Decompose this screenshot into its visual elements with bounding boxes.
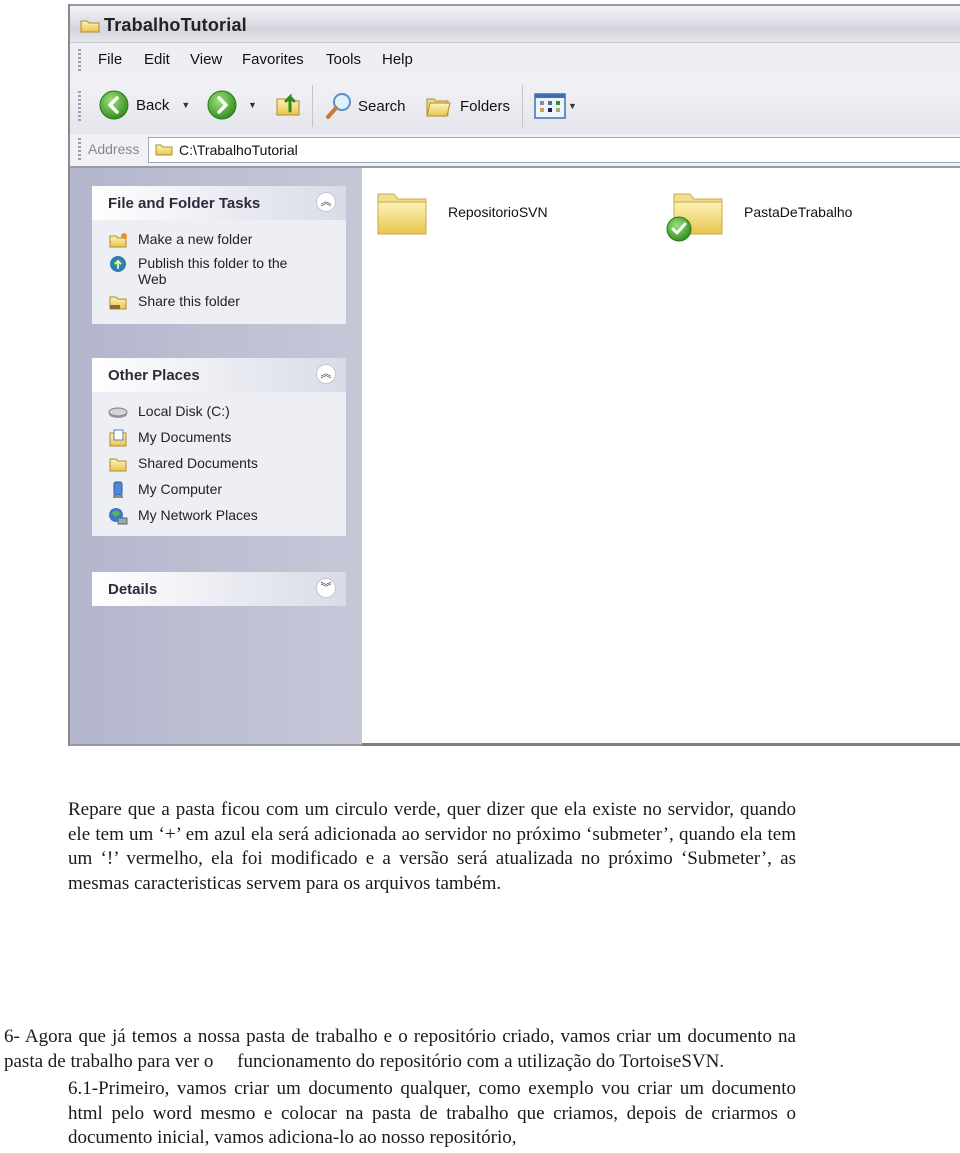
panel-other-places: Other Places ︽ Local Disk (C:) My Docume… (92, 358, 346, 536)
task-pane: File and Folder Tasks ︽ Make a new folde… (70, 168, 362, 746)
place-my-network-places[interactable]: My Network Places (92, 504, 346, 528)
place-local-disk[interactable]: Local Disk (C:) (92, 400, 346, 426)
shared-documents-icon (109, 458, 127, 472)
menu-favorites[interactable]: Favorites (242, 51, 304, 68)
address-label: Address (88, 141, 140, 157)
document-paragraph: Repare que a pasta ficou com um circulo … (68, 798, 796, 896)
back-label: Back (136, 96, 170, 114)
menu-bar: File Edit View Favorites Tools Help (70, 42, 960, 81)
back-arrow-icon (99, 90, 129, 120)
views-dropdown-icon[interactable]: ▼ (568, 101, 577, 111)
up-folder-button[interactable] (274, 89, 304, 119)
place-label: My Computer (138, 481, 223, 497)
panel-header[interactable]: Details ︾ (92, 572, 346, 606)
disk-icon (108, 407, 128, 418)
forward-arrow-icon (207, 90, 237, 120)
task-share-folder[interactable]: Share this folder (92, 290, 346, 314)
views-icon (534, 93, 566, 119)
toolbar-grip[interactable] (78, 91, 81, 121)
share-folder-icon (109, 296, 127, 310)
address-input[interactable]: C:\TrabalhoTutorial (148, 137, 960, 163)
menu-help[interactable]: Help (382, 51, 413, 68)
folder-icon (80, 20, 100, 33)
collapse-chevron-icon[interactable]: ︽ (316, 192, 336, 212)
collapse-chevron-icon[interactable]: ︽ (316, 364, 336, 384)
panel-header[interactable]: File and Folder Tasks ︽ (92, 186, 346, 220)
address-value: C:\TrabalhoTutorial (179, 142, 298, 158)
place-label: My Network Places (138, 507, 258, 523)
toolbar: Back ▼ ▼ Search Folders ▼ (70, 79, 960, 136)
new-folder-icon (109, 233, 127, 248)
task-make-new-folder[interactable]: Make a new folder (92, 228, 346, 252)
folder-icon (377, 193, 427, 235)
toolbar-separator (312, 85, 313, 127)
task-label: Make a new folder (138, 231, 253, 247)
paragraph-text: 6- Agora que já temos a nossa pasta de t… (4, 1026, 801, 1072)
folder-name: PastaDeTrabalho (744, 204, 853, 220)
views-button[interactable]: ▼ (534, 93, 577, 119)
up-folder-icon (276, 93, 300, 116)
task-label: Share this folder (138, 293, 240, 309)
folder-icon (155, 144, 173, 156)
panel-details: Details ︾ (92, 572, 346, 606)
task-label: Publish this folder to the Web (138, 255, 288, 287)
task-publish-folder[interactable]: Publish this folder to the Web (92, 252, 346, 290)
back-button[interactable]: Back ▼ (98, 89, 190, 121)
explorer-window: TrabalhoTutorial File Edit View Favorite… (68, 4, 960, 746)
place-my-computer[interactable]: My Computer (92, 478, 346, 504)
forward-dropdown-icon[interactable]: ▼ (248, 100, 257, 110)
panel-file-and-folder-tasks: File and Folder Tasks ︽ Make a new folde… (92, 186, 346, 324)
panel-title: File and Folder Tasks (108, 195, 261, 212)
back-dropdown-icon[interactable]: ▼ (181, 100, 190, 110)
search-button[interactable]: Search (324, 91, 406, 121)
document-paragraph: 6.1-Primeiro, vamos criar um documento q… (68, 1077, 796, 1151)
panel-title: Other Places (108, 367, 200, 384)
menu-tools[interactable]: Tools (326, 51, 361, 68)
toolbar-separator (522, 85, 523, 127)
my-computer-icon (113, 481, 123, 498)
file-list: RepositorioSVN PastaDeTrabalho (362, 168, 960, 746)
place-label: Local Disk (C:) (138, 403, 230, 419)
search-label: Search (358, 97, 406, 115)
window-title: TrabalhoTutorial (104, 15, 247, 35)
expand-chevron-icon[interactable]: ︾ (316, 578, 336, 598)
folder-item-pastadetrabalho[interactable]: PastaDeTrabalho (666, 186, 853, 242)
paragraph-text: Repare que a pasta ficou com um circulo … (68, 799, 796, 894)
folders-button[interactable]: Folders (424, 91, 510, 121)
network-places-icon (109, 508, 128, 525)
place-label: My Documents (138, 429, 232, 445)
panel-title: Details (108, 581, 158, 598)
svn-normal-check-icon (666, 216, 692, 242)
panel-header[interactable]: Other Places ︽ (92, 358, 346, 392)
my-documents-icon (109, 429, 127, 447)
menu-grip[interactable] (78, 49, 81, 73)
place-label: Shared Documents (138, 455, 258, 471)
folder-item-repositoriosvn[interactable]: RepositorioSVN (374, 186, 548, 238)
folders-label: Folders (460, 97, 511, 115)
paragraph-text: 6.1-Primeiro, vamos criar um documento q… (68, 1078, 796, 1149)
place-my-documents[interactable]: My Documents (92, 426, 346, 452)
title-bar: TrabalhoTutorial (70, 4, 960, 44)
menu-view[interactable]: View (190, 51, 222, 68)
forward-button[interactable]: ▼ (206, 89, 257, 121)
menu-file[interactable]: File (98, 51, 122, 68)
address-grip[interactable] (78, 138, 81, 160)
folder-name: RepositorioSVN (448, 204, 548, 220)
address-bar: Address C:\TrabalhoTutorial (70, 134, 960, 168)
search-icon (326, 93, 351, 119)
menu-edit[interactable]: Edit (144, 51, 170, 68)
publish-web-icon (110, 256, 126, 272)
place-shared-documents[interactable]: Shared Documents (92, 452, 346, 478)
folders-icon (426, 98, 451, 117)
